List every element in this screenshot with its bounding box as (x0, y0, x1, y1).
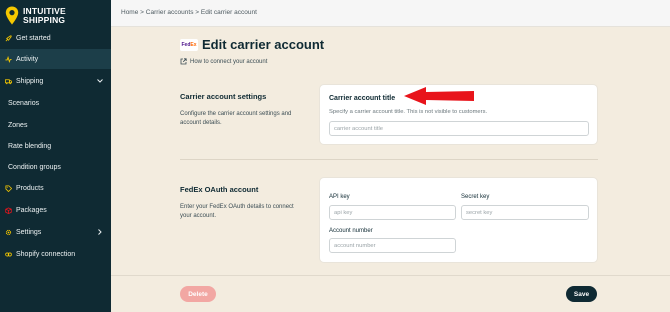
breadcrumb-separator: > (195, 9, 200, 16)
account-number-label: Account number (329, 228, 373, 234)
package-icon (5, 206, 12, 214)
sidebar-item-activity[interactable]: Activity (0, 49, 111, 69)
sidebar-item-label: Products (16, 184, 44, 192)
breadcrumb-separator: > (140, 9, 144, 16)
carrier-account-title-label: Carrier account title (329, 95, 396, 102)
sidebar-item-get-started[interactable]: Get started (0, 28, 111, 48)
brand-logo[interactable]: INTUITIVE SHIPPING (0, 0, 111, 26)
sidebar-item-zones[interactable]: Zones (0, 115, 111, 135)
chevron-right-icon[interactable] (95, 229, 105, 235)
brand-name: INTUITIVE SHIPPING (23, 5, 66, 25)
page-title: Edit carrier account (202, 37, 325, 52)
section-divider (180, 159, 598, 160)
sidebar-item-label: Scenarios (8, 99, 40, 107)
sidebar-item-label: Get started (16, 34, 51, 42)
oauth-card: API key Secret key Account number (319, 177, 598, 263)
topbar: Home > Carrier accounts > Edit carrier a… (111, 0, 670, 27)
external-link-icon (180, 58, 187, 65)
location-pin-icon (5, 6, 19, 25)
oauth-section-title: FedEx OAuth account (180, 185, 259, 194)
sidebar-item-condition-groups[interactable]: Condition groups (0, 157, 111, 177)
sidebar-item-shopify-connection[interactable]: Shopify connection (0, 244, 111, 264)
sidebar: INTUITIVE SHIPPING Get started Activity … (0, 0, 111, 312)
sidebar-item-label: Activity (16, 55, 39, 63)
sidebar-item-shipping[interactable]: Shipping (0, 71, 111, 91)
carrier-settings-title: Carrier account settings (180, 92, 267, 101)
oauth-section-description: Enter your FedEx OAuth details to connec… (180, 204, 294, 219)
api-key-input[interactable] (329, 205, 456, 220)
sidebar-item-label: Shipping (16, 77, 44, 85)
carrier-settings-description: Configure the carrier account settings a… (180, 111, 292, 126)
sidebar-item-label: Shopify connection (16, 250, 76, 258)
help-link[interactable]: How to connect your account (180, 58, 267, 65)
api-key-label: API key (329, 194, 350, 200)
breadcrumb: Home > Carrier accounts > Edit carrier a… (121, 9, 257, 16)
sidebar-item-label: Condition groups (8, 163, 61, 171)
truck-icon (5, 78, 12, 84)
save-button[interactable]: Save (566, 286, 597, 302)
account-number-input[interactable] (329, 238, 456, 253)
sidebar-item-settings[interactable]: Settings (0, 222, 111, 242)
annotation-arrow-icon (404, 87, 474, 105)
carrier-account-title-hint: Specify a carrier account title. This is… (329, 109, 488, 115)
sidebar-item-rate-blending[interactable]: Rate blending (0, 136, 111, 156)
tag-icon (5, 184, 12, 192)
breadcrumb-current: Edit carrier account (200, 9, 257, 16)
carrier-account-title-input[interactable] (329, 121, 589, 136)
breadcrumb-home[interactable]: Home (121, 9, 138, 16)
secret-key-label: Secret key (461, 194, 490, 200)
sidebar-item-products[interactable]: Products (0, 178, 111, 198)
sidebar-item-packages[interactable]: Packages (0, 200, 111, 220)
page-header: Fed Ex Edit carrier account (180, 37, 324, 52)
chevron-down-icon[interactable] (95, 79, 105, 83)
link-icon (5, 252, 12, 256)
sidebar-item-scenarios[interactable]: Scenarios (0, 93, 111, 113)
help-link-label: How to connect your account (190, 58, 268, 65)
fedex-logo: Fed Ex (180, 38, 198, 51)
rocket-icon (5, 34, 12, 41)
gear-icon (5, 229, 12, 235)
sidebar-item-label: Packages (16, 206, 47, 214)
breadcrumb-carrier-accounts[interactable]: Carrier accounts (146, 9, 194, 16)
sidebar-item-label: Settings (16, 228, 42, 236)
secret-key-input[interactable] (461, 205, 589, 220)
delete-button[interactable]: Delete (180, 286, 216, 302)
activity-icon (5, 55, 12, 63)
sidebar-item-label: Rate blending (8, 142, 52, 150)
sidebar-item-label: Zones (8, 121, 28, 129)
